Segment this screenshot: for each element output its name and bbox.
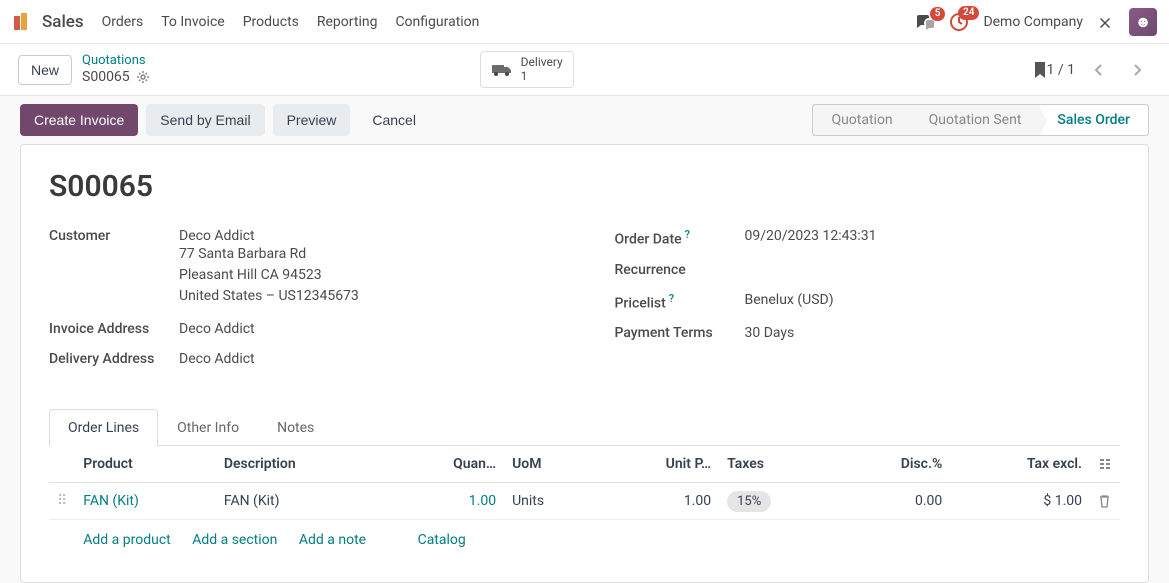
status-bar: Quotation Quotation Sent Sales Order [812, 104, 1149, 136]
breadcrumb: Quotations S00065 [82, 53, 150, 85]
pricelist-value[interactable]: Benelux (USD) [745, 292, 834, 312]
catalog-link[interactable]: Catalog [418, 532, 466, 548]
status-sales-order[interactable]: Sales Order [1039, 105, 1148, 135]
action-bar: Create Invoice Send by Email Preview Can… [0, 96, 1169, 144]
col-disc[interactable]: Disc.% [837, 446, 950, 483]
preview-button[interactable]: Preview [273, 104, 351, 136]
debug-icon[interactable] [1097, 13, 1115, 31]
cell-uom[interactable]: Units [504, 483, 598, 520]
new-button[interactable]: New [18, 55, 72, 85]
col-unit-price[interactable]: Unit P… [598, 446, 719, 483]
menu-products[interactable]: Products [243, 14, 299, 30]
menu-configuration[interactable]: Configuration [395, 14, 479, 30]
col-product[interactable]: Product [75, 446, 216, 483]
cell-quantity[interactable]: 1.00 [388, 483, 504, 520]
delete-row-icon[interactable] [1090, 483, 1120, 520]
add-note-link[interactable]: Add a note [299, 532, 366, 548]
tab-notes[interactable]: Notes [258, 409, 333, 446]
activity-badge: 24 [958, 6, 979, 20]
payment-terms-value[interactable]: 30 Days [745, 325, 795, 341]
chat-icon[interactable]: 5 [915, 13, 935, 31]
drag-handle-icon[interactable]: ⠿ [49, 483, 75, 520]
add-product-link[interactable]: Add a product [83, 532, 170, 548]
tab-other-info[interactable]: Other Info [158, 409, 258, 446]
col-quantity[interactable]: Quan… [388, 446, 504, 483]
truck-icon [491, 62, 513, 78]
delivery-address-label: Delivery Address [49, 351, 179, 367]
customer-addr-2: Pleasant Hill CA 94523 [179, 265, 359, 286]
payment-terms-label: Payment Terms [615, 325, 745, 341]
breadcrumb-current: S00065 [82, 69, 130, 86]
breadcrumb-parent[interactable]: Quotations [82, 53, 150, 69]
col-taxes[interactable]: Taxes [719, 446, 837, 483]
tabs: Order Lines Other Info Notes [49, 409, 1120, 446]
cell-unit-price[interactable]: 1.00 [598, 483, 719, 520]
customer-addr-1: 77 Santa Barbara Rd [179, 244, 359, 265]
customer-label: Customer [49, 228, 179, 307]
delivery-stat-button[interactable]: Delivery 1 [480, 51, 574, 87]
pager-text[interactable]: 1 / 1 [1047, 62, 1075, 78]
app-name[interactable]: Sales [42, 12, 84, 32]
chat-badge: 5 [930, 7, 946, 21]
customer-addr-3: United States – US12345673 [179, 286, 359, 307]
invoice-address-value[interactable]: Deco Addict [179, 321, 255, 337]
cell-tax-excl: $ 1.00 [950, 483, 1090, 520]
tab-order-lines[interactable]: Order Lines [49, 409, 158, 446]
pager: 1 / 1 [1047, 56, 1151, 84]
help-icon[interactable]: ? [669, 292, 674, 305]
add-section-link[interactable]: Add a section [192, 532, 277, 548]
order-name: S00065 [49, 169, 1120, 204]
status-quotation-sent[interactable]: Quotation Sent [911, 105, 1040, 135]
app-logo-icon[interactable] [12, 12, 32, 32]
stat-label: Delivery [521, 56, 563, 69]
user-avatar[interactable]: ☻ [1129, 8, 1157, 36]
invoice-address-label: Invoice Address [49, 321, 179, 337]
gear-icon[interactable] [136, 70, 150, 84]
cell-taxes[interactable]: 15% [719, 483, 837, 520]
pager-prev-button[interactable] [1085, 56, 1113, 84]
form-sheet: S00065 Customer Deco Addict 77 Santa Bar… [20, 144, 1149, 583]
delivery-address-value[interactable]: Deco Addict [179, 351, 255, 367]
send-email-button[interactable]: Send by Email [146, 104, 264, 136]
menu-orders[interactable]: Orders [102, 14, 144, 30]
activity-icon[interactable]: 24 [949, 12, 969, 32]
col-description[interactable]: Description [216, 446, 388, 483]
help-icon[interactable]: ? [685, 228, 690, 241]
stat-value: 1 [521, 70, 563, 83]
order-lines-table: Product Description Quan… UoM Unit P… Ta… [49, 446, 1120, 558]
breadcrumb-bar: New Quotations S00065 Delivery 1 1 / 1 [0, 44, 1169, 96]
table-row[interactable]: ⠿ FAN (Kit) FAN (Kit) 1.00 Units 1.00 15… [49, 483, 1120, 520]
cell-disc[interactable]: 0.00 [837, 483, 950, 520]
optional-columns-icon[interactable] [1090, 446, 1120, 483]
col-tax-excl[interactable]: Tax excl. [950, 446, 1090, 483]
cell-product[interactable]: FAN (Kit) [75, 483, 216, 520]
bookmark-icon[interactable] [1033, 61, 1047, 79]
recurrence-label: Recurrence [615, 262, 745, 278]
top-nav: Sales Orders To Invoice Products Reporti… [0, 0, 1169, 44]
pager-next-button[interactable] [1123, 56, 1151, 84]
menu-reporting[interactable]: Reporting [317, 14, 378, 30]
col-uom[interactable]: UoM [504, 446, 598, 483]
menu-to-invoice[interactable]: To Invoice [161, 14, 225, 30]
customer-link[interactable]: Deco Addict [179, 228, 255, 244]
status-quotation[interactable]: Quotation [813, 105, 910, 135]
pricelist-label: Pricelist? [615, 292, 745, 312]
company-selector[interactable]: Demo Company [983, 14, 1083, 30]
create-invoice-button[interactable]: Create Invoice [20, 104, 138, 136]
cell-description[interactable]: FAN (Kit) [216, 483, 388, 520]
order-date-value[interactable]: 09/20/2023 12:43:31 [745, 228, 877, 248]
order-date-label: Order Date? [615, 228, 745, 248]
cancel-button[interactable]: Cancel [358, 104, 430, 136]
